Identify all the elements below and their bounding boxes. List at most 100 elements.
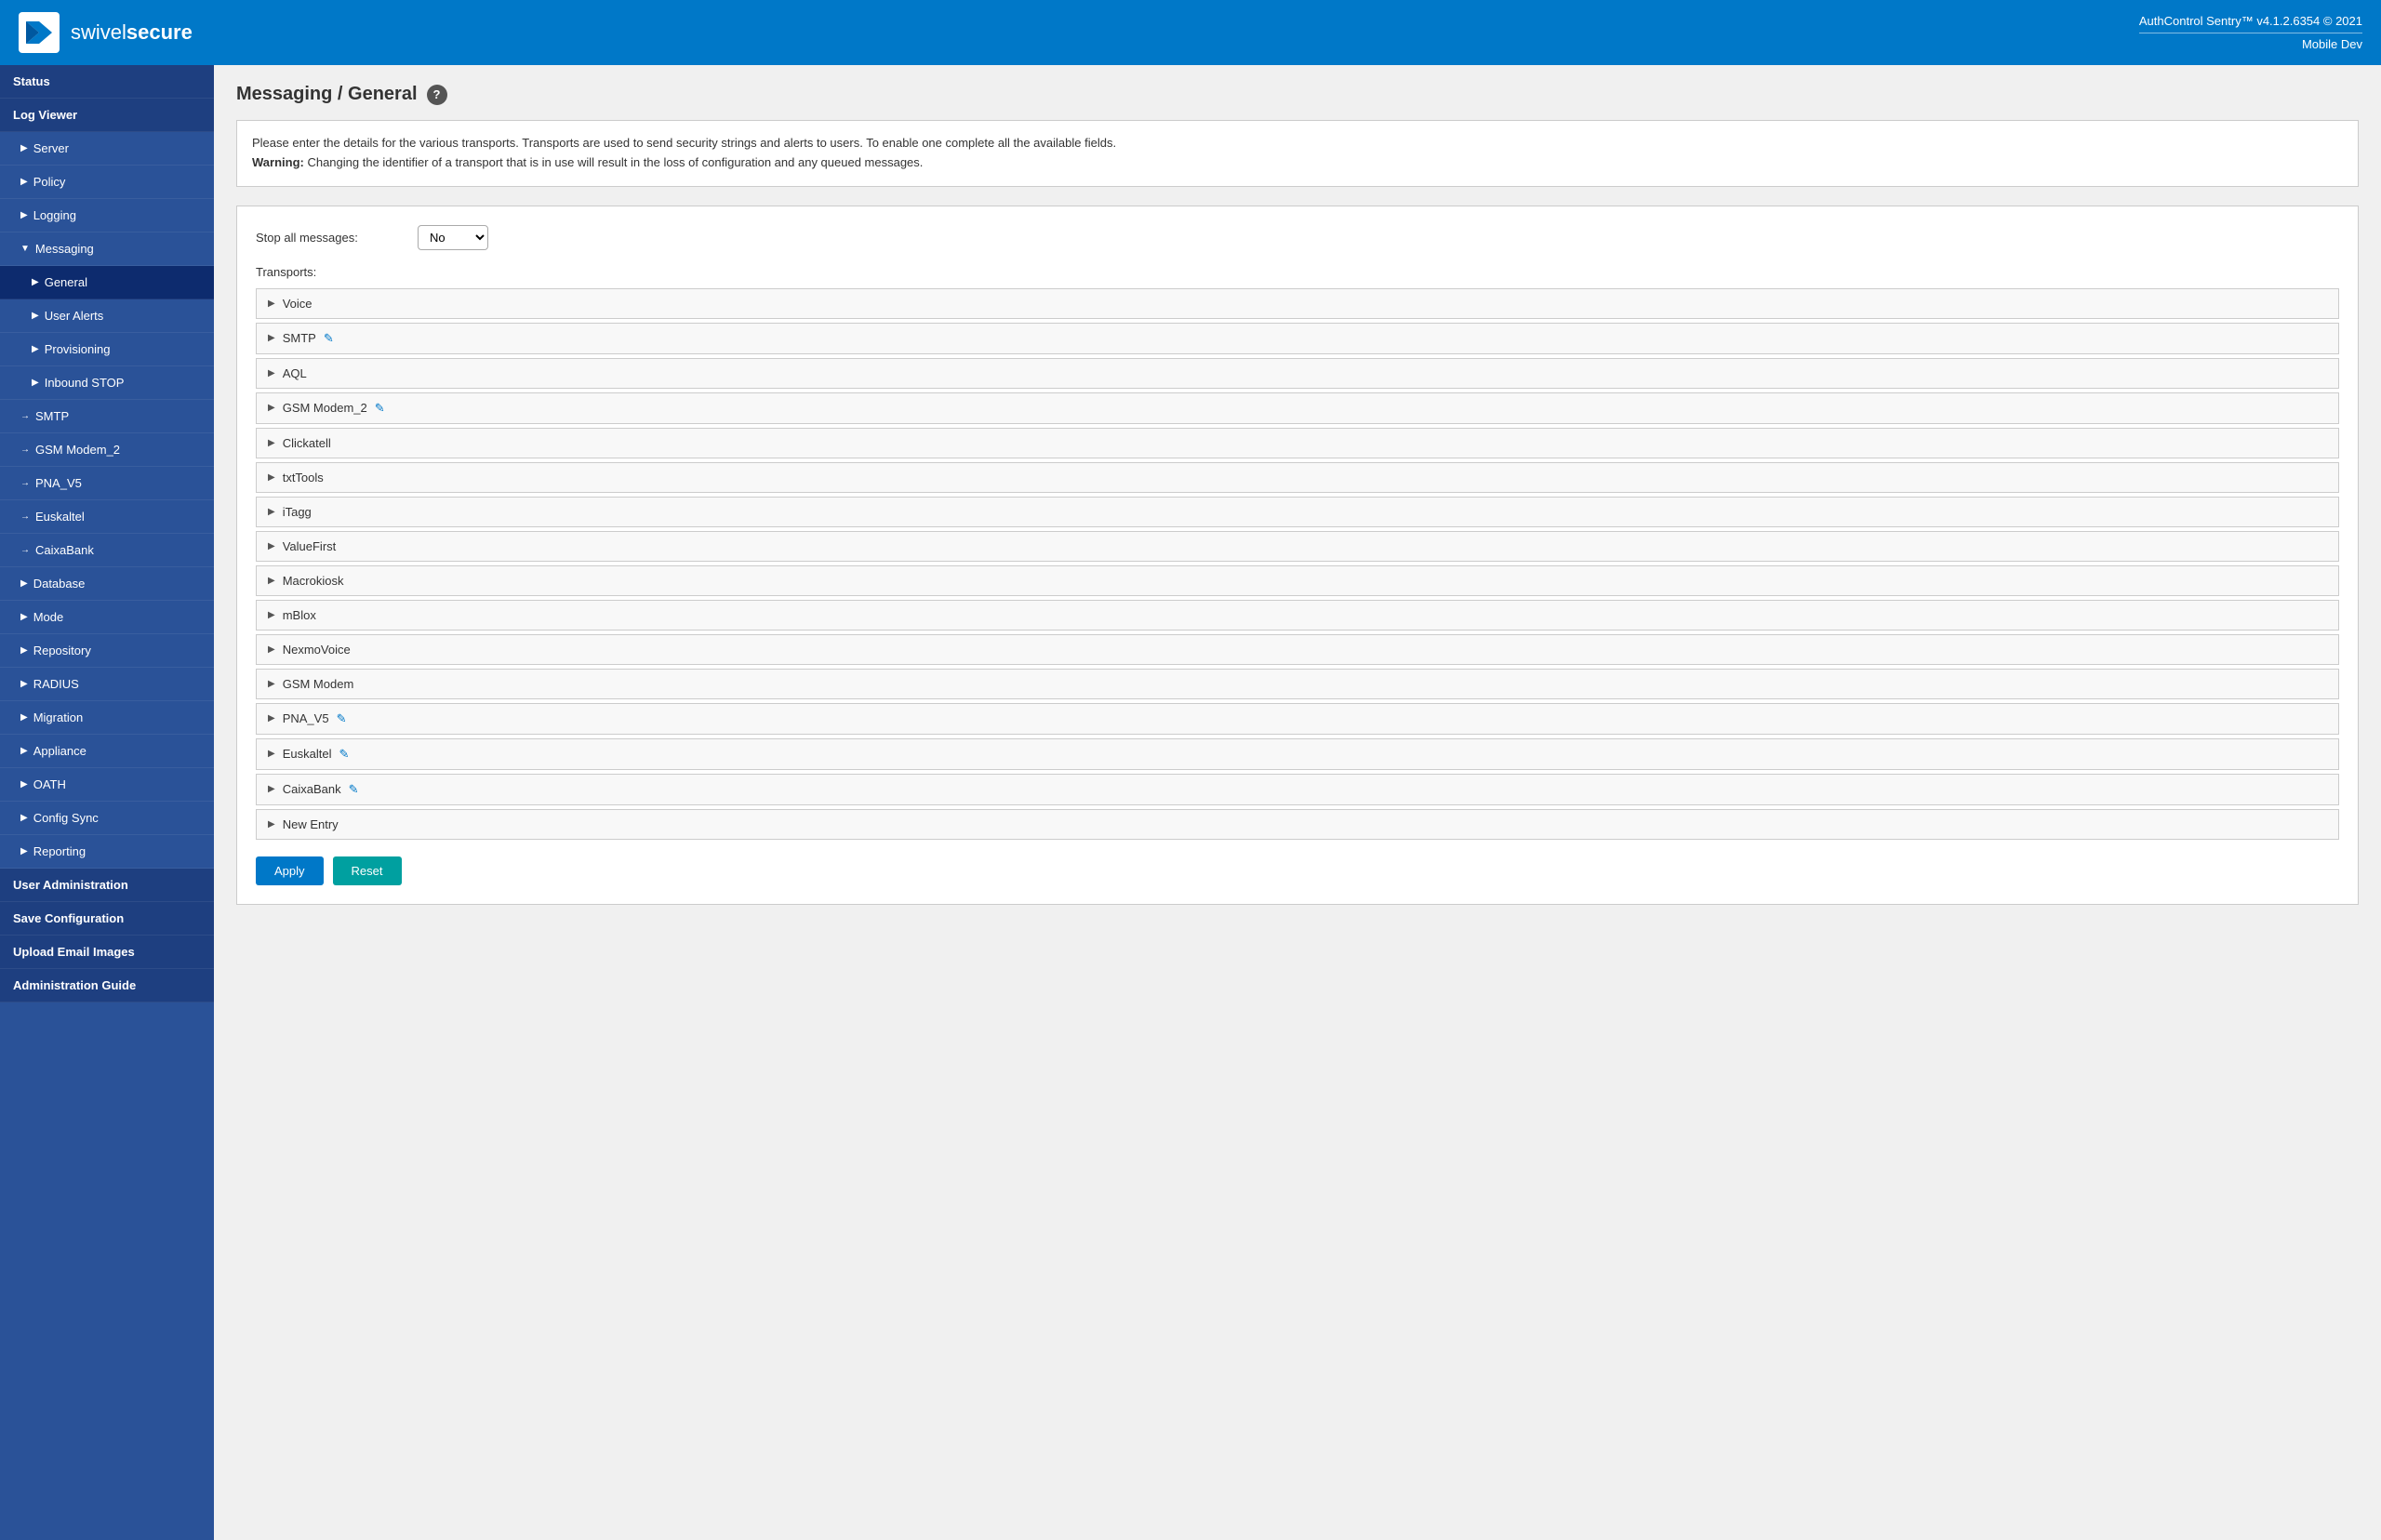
sidebar-item-inbound-stop[interactable]: ▶Inbound STOP: [0, 366, 214, 400]
configured-icon: ✎: [375, 401, 385, 416]
sidebar-item-upload-email[interactable]: Upload Email Images: [0, 936, 214, 969]
sidebar-item-gsm-modem2[interactable]: →GSM Modem_2: [0, 433, 214, 467]
nav-arrow-appliance: ▶: [20, 746, 28, 756]
sidebar-label-database: Database: [33, 577, 86, 591]
sidebar-item-admin-guide[interactable]: Administration Guide: [0, 969, 214, 1002]
transport-name: ValueFirst: [283, 539, 337, 553]
sidebar-label-user-alerts: User Alerts: [45, 309, 104, 323]
transport-name: Macrokiosk: [283, 574, 344, 588]
sidebar-label-user-admin: User Administration: [13, 878, 128, 892]
transport-name: iTagg: [283, 505, 312, 519]
nav-arrow-general: ▶: [32, 277, 39, 287]
sidebar-item-oath[interactable]: ▶OATH: [0, 768, 214, 802]
sidebar-label-upload-email: Upload Email Images: [13, 945, 135, 959]
sidebar-label-general: General: [45, 275, 87, 289]
sidebar-item-provisioning[interactable]: ▶Provisioning: [0, 333, 214, 366]
sidebar-item-mode[interactable]: ▶Mode: [0, 601, 214, 634]
transport-name: GSM Modem_2: [283, 401, 367, 415]
sidebar-label-pna-v5: PNA_V5: [35, 476, 82, 490]
transport-name: PNA_V5: [283, 711, 329, 725]
sidebar-label-oath: OATH: [33, 777, 66, 791]
sidebar-item-log-viewer[interactable]: Log Viewer: [0, 99, 214, 132]
transport-item-itagg[interactable]: ▶ iTagg: [256, 497, 2339, 527]
sidebar-label-config-sync: Config Sync: [33, 811, 99, 825]
sidebar-item-migration[interactable]: ▶Migration: [0, 701, 214, 735]
sidebar-item-database[interactable]: ▶Database: [0, 567, 214, 601]
apply-button[interactable]: Apply: [256, 856, 324, 885]
logo-area: swivelsecure: [19, 12, 193, 53]
sidebar-item-smtp[interactable]: → SMTP: [0, 400, 214, 433]
sidebar-item-status[interactable]: Status: [0, 65, 214, 99]
sidebar-item-euskaltel[interactable]: →Euskaltel: [0, 500, 214, 534]
stop-all-label: Stop all messages:: [256, 231, 405, 245]
sidebar-item-user-admin[interactable]: User Administration: [0, 869, 214, 902]
content-panel: Stop all messages: No Yes Transports: ▶ …: [236, 206, 2359, 905]
sidebar-item-logging[interactable]: ▶ Logging: [0, 199, 214, 232]
transport-arrow: ▶: [268, 299, 275, 309]
transport-name: Euskaltel: [283, 747, 332, 761]
warning-label: Warning:: [252, 155, 304, 169]
sidebar-item-server[interactable]: ▶Server: [0, 132, 214, 166]
sidebar-label-logging: Logging: [33, 208, 76, 222]
transport-item-txttools[interactable]: ▶ txtTools: [256, 462, 2339, 493]
sidebar-item-messaging[interactable]: ▼Messaging: [0, 232, 214, 266]
sidebar-item-general[interactable]: ▶ General: [0, 266, 214, 299]
nav-arrow-smtp: →: [20, 411, 30, 421]
sidebar-item-caixabank[interactable]: →CaixaBank: [0, 534, 214, 567]
sidebar-label-log-viewer: Log Viewer: [13, 108, 77, 122]
transport-item-mblox[interactable]: ▶ mBlox: [256, 600, 2339, 631]
transport-item-gsm-modem[interactable]: ▶ GSM Modem: [256, 669, 2339, 699]
sidebar-label-caixabank: CaixaBank: [35, 543, 94, 557]
sidebar-label-euskaltel: Euskaltel: [35, 510, 85, 524]
transport-item-smtp[interactable]: ▶ SMTP ✎: [256, 323, 2339, 354]
sidebar-item-save-config[interactable]: Save Configuration: [0, 902, 214, 936]
transport-arrow: ▶: [268, 713, 275, 724]
transport-item-euskaltel[interactable]: ▶ Euskaltel ✎: [256, 738, 2339, 770]
nav-arrow-config-sync: ▶: [20, 813, 28, 823]
nav-arrow-radius: ▶: [20, 679, 28, 689]
transport-name: GSM Modem: [283, 677, 354, 691]
transport-name: NexmoVoice: [283, 643, 351, 657]
sidebar-item-user-alerts[interactable]: ▶User Alerts: [0, 299, 214, 333]
sidebar-label-gsm-modem2: GSM Modem_2: [35, 443, 120, 457]
reset-button[interactable]: Reset: [333, 856, 402, 885]
transport-item-macrokiosk[interactable]: ▶ Macrokiosk: [256, 565, 2339, 596]
sidebar-label-admin-guide: Administration Guide: [13, 978, 136, 992]
nav-arrow-logging: ▶: [20, 210, 28, 220]
configured-icon: ✎: [337, 711, 347, 726]
transport-item-voice[interactable]: ▶ Voice: [256, 288, 2339, 319]
transport-item-clickatell[interactable]: ▶ Clickatell: [256, 428, 2339, 458]
page-title: Messaging / General: [236, 84, 418, 105]
transport-item-caixabank[interactable]: ▶ CaixaBank ✎: [256, 774, 2339, 805]
nav-arrow-pna-v5: →: [20, 478, 30, 488]
transport-item-new-entry[interactable]: ▶ New Entry: [256, 809, 2339, 840]
transport-arrow: ▶: [268, 576, 275, 586]
sidebar-item-config-sync[interactable]: ▶ Config Sync: [0, 802, 214, 835]
info-text: Please enter the details for the various…: [252, 136, 1116, 150]
sidebar-label-smtp: SMTP: [35, 409, 69, 423]
sidebar-item-reporting[interactable]: ▶Reporting: [0, 835, 214, 869]
transport-name: AQL: [283, 366, 307, 380]
transport-item-nexmovoice[interactable]: ▶ NexmoVoice: [256, 634, 2339, 665]
transport-item-valuefirst[interactable]: ▶ ValueFirst: [256, 531, 2339, 562]
help-icon[interactable]: ?: [427, 85, 447, 105]
transport-name: New Entry: [283, 817, 339, 831]
transport-item-pna_v5[interactable]: ▶ PNA_V5 ✎: [256, 703, 2339, 735]
swivel-logo-icon: [19, 12, 60, 53]
transport-arrow: ▶: [268, 784, 275, 794]
transport-item-gsm-modem_2[interactable]: ▶ GSM Modem_2 ✎: [256, 392, 2339, 424]
logo-text: swivelsecure: [71, 20, 193, 45]
sidebar-item-pna-v5[interactable]: → PNA_V5: [0, 467, 214, 500]
sidebar-item-repository[interactable]: ▶Repository: [0, 634, 214, 668]
sidebar-item-appliance[interactable]: ▶ Appliance: [0, 735, 214, 768]
nav-arrow-inbound-stop: ▶: [32, 378, 39, 388]
transport-arrow: ▶: [268, 438, 275, 448]
app-env: Mobile Dev: [2139, 33, 2362, 54]
sidebar-item-policy[interactable]: ▶Policy: [0, 166, 214, 199]
sidebar-label-status: Status: [13, 74, 50, 88]
transport-item-aql[interactable]: ▶ AQL: [256, 358, 2339, 389]
sidebar-item-radius[interactable]: ▶RADIUS: [0, 668, 214, 701]
sidebar-label-appliance: Appliance: [33, 744, 86, 758]
transports-label: Transports:: [256, 265, 2339, 279]
stop-all-select[interactable]: No Yes: [418, 225, 488, 250]
